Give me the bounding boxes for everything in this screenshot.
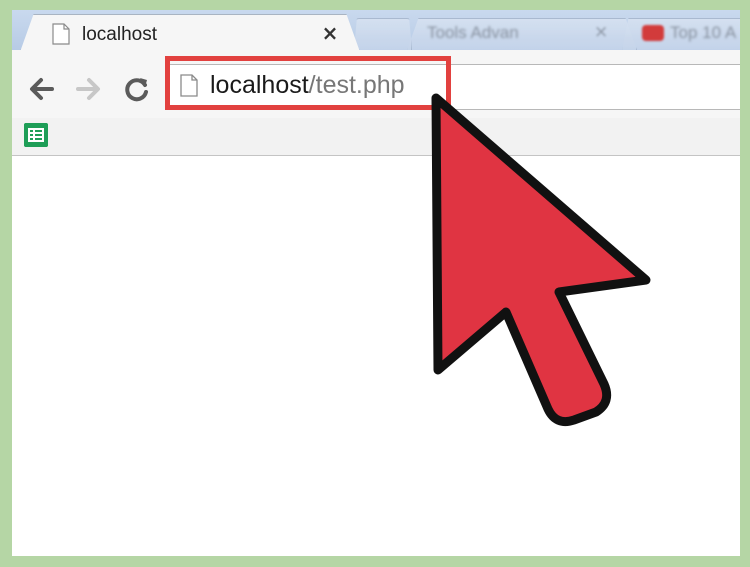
page-icon [180,74,198,97]
arrow-right-icon[interactable] [72,72,106,106]
arrow-left-icon[interactable] [24,72,58,106]
tab-active-content: localhost × [20,14,360,52]
reload-icon[interactable] [120,72,154,106]
tab-background-3-title: Top 10 A [670,23,737,42]
tab-close-icon[interactable]: × [320,22,340,44]
browser-window: Top 10 A Tools Advan × localhost × local… [12,10,740,556]
url-text[interactable]: localhost/test.php [210,71,405,100]
document-icon [52,23,70,45]
mouse-cursor-icon [431,93,651,427]
tab-background-2-title: Tools Advan [427,23,519,42]
url-path: /test.php [308,71,405,99]
sheets-icon[interactable] [24,123,48,147]
url-host: localhost [210,71,309,99]
youtube-icon [642,25,664,41]
tab-active-title: localhost [82,24,157,45]
tab-background-2-close-icon[interactable]: × [594,22,608,42]
new-tab-button[interactable] [354,18,412,50]
